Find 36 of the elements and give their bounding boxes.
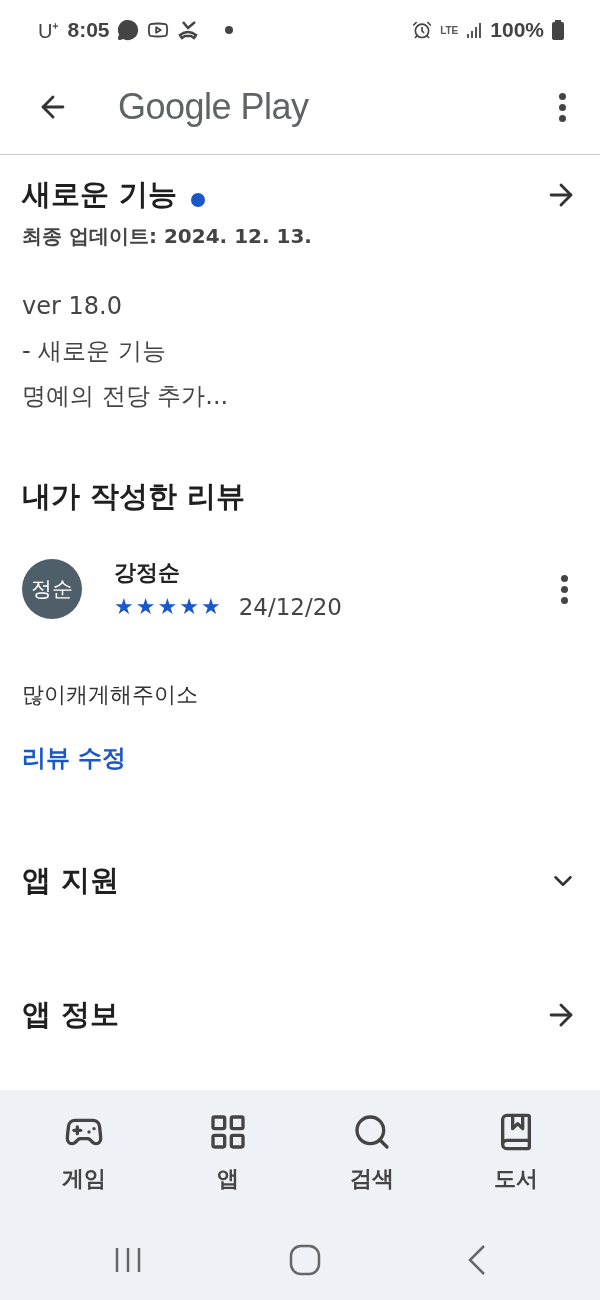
- more-icon: [561, 574, 568, 604]
- grid-icon: [208, 1112, 248, 1152]
- release-note-line: 명예의 전당 추가...: [22, 381, 230, 412]
- notification-dot: [225, 26, 234, 34]
- update-date: 최종 업데이트: 2024. 12. 13.: [22, 223, 313, 250]
- more-icon: [559, 92, 566, 122]
- alarm-icon: [412, 20, 433, 40]
- chat-icon: [117, 19, 140, 41]
- clock: 8:05: [67, 18, 110, 42]
- section-title: 앱 정보: [22, 996, 120, 1033]
- nav-tab[interactable]: 앱: [173, 1108, 283, 1198]
- nav-tab[interactable]: 도서: [461, 1108, 571, 1198]
- battery-percent: 100%: [490, 18, 544, 42]
- network-type: LTE: [440, 24, 459, 36]
- signal-icon: [466, 21, 483, 39]
- release-note-line: - 새로운 기능: [22, 336, 167, 367]
- missed-call-icon: [177, 19, 200, 41]
- reviewer-name: 강정순: [114, 559, 181, 587]
- recent-apps-icon[interactable]: [113, 1246, 143, 1274]
- review-text: 많이캐게해주이소: [22, 681, 199, 709]
- edit-review-link[interactable]: 리뷰 수정: [22, 742, 127, 774]
- section-title: 새로운 기능: [22, 177, 178, 211]
- nav-tab[interactable]: 검색: [317, 1108, 427, 1198]
- nav-tab[interactable]: 게임: [29, 1108, 139, 1198]
- section-title: 내가 작성한 리뷰: [22, 478, 246, 515]
- star-rating: ★★★★★: [114, 596, 221, 618]
- carrier: U⁺: [38, 18, 60, 44]
- app-bar-title: Google Play: [118, 86, 309, 128]
- review-date: 24/12/20: [238, 594, 342, 620]
- battery-icon: [552, 20, 564, 40]
- back-icon[interactable]: [467, 1244, 487, 1276]
- search-icon: [352, 1112, 392, 1152]
- home-icon[interactable]: [289, 1244, 321, 1276]
- section-title: 앱 지원: [22, 862, 120, 899]
- release-note-line: ver 18.0: [22, 291, 123, 322]
- avatar: 정순: [22, 559, 82, 619]
